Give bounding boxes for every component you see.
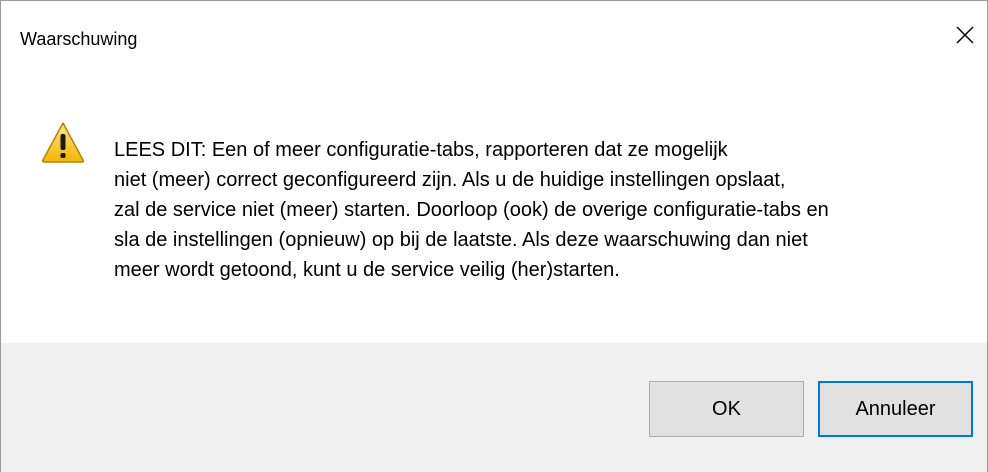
ok-button[interactable]: OK	[649, 381, 804, 437]
cancel-button[interactable]: Annuleer	[818, 381, 973, 437]
message-line: meer wordt getoond, kunt u de service ve…	[114, 259, 620, 281]
close-button[interactable]	[947, 19, 983, 51]
message-line: LEES DIT: Een of meer configuratie-tabs,…	[114, 139, 728, 161]
close-icon	[956, 26, 974, 44]
dialog-title: Waarschuwing	[20, 29, 138, 49]
title-bar: Waarschuwing	[1, 1, 987, 65]
warning-message: LEES DIT: Een of meer configuratie-tabs,…	[114, 135, 964, 285]
message-line: zal de service niet (meer) starten. Door…	[114, 199, 829, 221]
button-bar: OK Annuleer	[1, 343, 987, 472]
dialog-content: LEES DIT: Een of meer configuratie-tabs,…	[1, 65, 987, 343]
warning-dialog: Waarschuwing LEES DIT: Een of meer confi…	[0, 0, 988, 472]
warning-icon	[41, 122, 85, 163]
message-line: sla de instellingen (opnieuw) op bij de …	[114, 229, 808, 251]
message-line: niet (meer) correct geconfigureerd zijn.…	[114, 169, 786, 191]
